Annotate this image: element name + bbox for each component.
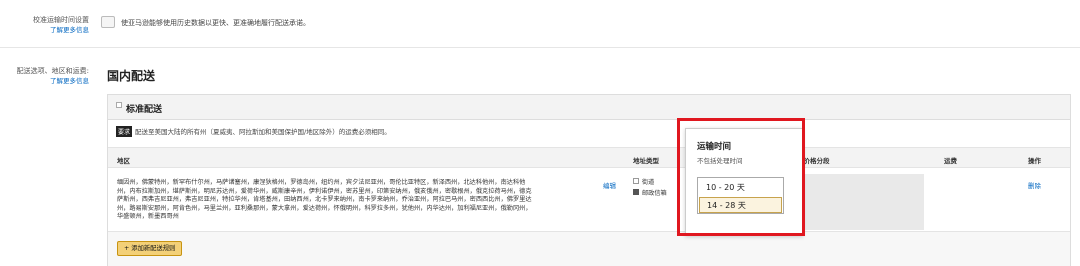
transit-time-title: 运输时间 [697,142,732,152]
transit-option-10-20[interactable]: 10 - 20 天 [699,180,782,196]
address-option-street[interactable]: 街道 [633,177,654,186]
col-region: 地区 [117,157,130,165]
panel-footer: + 添加新配送规则 [108,231,1070,266]
col-address-type: 地址类型 [633,157,659,165]
standard-shipping-title: 标准配送 [126,105,163,115]
standard-shipping-panel: 标准配送 要求 配送至美国大陆的所有州（夏威夷、阿拉斯加和美国保护国/地区除外）的… [107,94,1071,266]
calibrate-transit-label: 校准运输时间设置 [33,16,89,24]
calibrate-description: 使亚马逊能够使用历史数据以更快、更准确地履行配送承诺。 [121,19,310,27]
transit-time-popover: 运输时间 不包括处理时间 10 - 20 天 14 - 28 天 [685,128,803,236]
add-shipping-rule-button[interactable]: + 添加新配送规则 [117,241,183,256]
transit-time-subtitle: 不包括处理时间 [697,157,743,165]
table-header: 地区 地址类型 按价格分段 运费 操作 [108,147,1070,168]
requirement-notice: 要求 配送至美国大陆的所有州（夏威夷、阿拉斯加和美国保护国/地区除外）的运费必须相… [116,126,391,137]
transit-time-listbox[interactable]: 10 - 20 天 14 - 28 天 [697,177,784,214]
requirement-badge: 要求 [116,126,133,137]
calibrate-transit-row: 校准运输时间设置 了解更多信息 使亚马逊能够使用历史数据以更快、更准确地履行配送… [0,0,1080,48]
street-checkbox[interactable] [633,178,639,184]
price-tier-area [797,174,924,230]
po-box-checkbox[interactable] [633,189,639,195]
requirement-text: 配送至美国大陆的所有州（夏威夷、阿拉斯加和美国保护国/地区除外）的运费必须相同。 [135,128,391,136]
region-list: 缅因州，佛蒙特州，新罕布什尔州，马萨诸塞州，康涅狄格州，罗德岛州，纽约州，宾夕法… [117,179,532,221]
calibrate-learn-more-link[interactable]: 了解更多信息 [50,25,89,35]
domestic-shipping-title: 国内配送 [107,69,156,83]
transit-option-14-28[interactable]: 14 - 28 天 [699,197,782,213]
col-action: 操作 [1028,157,1041,165]
delete-link[interactable]: 删除 [1028,180,1041,190]
standard-shipping-checkbox[interactable] [116,102,122,108]
standard-shipping-header: 标准配送 [108,95,1070,120]
address-option-po-box[interactable]: 邮政信箱 [633,188,667,197]
col-fee: 运费 [944,157,957,165]
edit-region-link[interactable]: 编辑 [603,180,616,190]
shipping-options-label: 配送选项、地区和运费: [16,67,89,75]
shipping-learn-more-link[interactable]: 了解更多信息 [50,76,89,86]
calibrate-toggle[interactable] [101,16,115,28]
